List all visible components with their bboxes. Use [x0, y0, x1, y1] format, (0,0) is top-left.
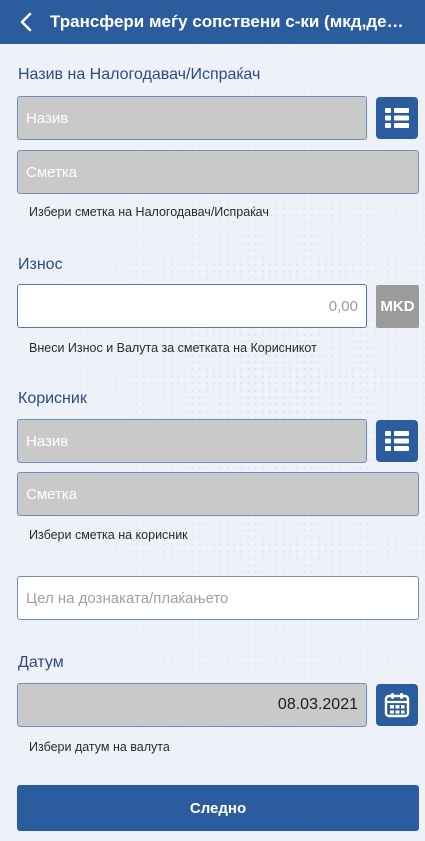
beneficiary-name-field[interactable]: Назив	[17, 419, 367, 463]
date-helper-text: Избери датум на валута	[29, 740, 170, 754]
back-button[interactable]	[8, 0, 44, 44]
purpose-placeholder: Цел на дознаката/плаќањето	[26, 589, 229, 607]
date-section-label: Датум	[18, 654, 64, 671]
payer-name-field[interactable]: Назив	[17, 96, 367, 140]
amount-value: 0,00	[328, 297, 358, 315]
date-picker-button[interactable]	[376, 684, 418, 726]
payer-name-placeholder: Назив	[26, 109, 69, 127]
app-header: Трансфери меѓу сопствени с-ки (мкд,деви.…	[0, 0, 425, 44]
payer-account-placeholder: Сметка	[26, 163, 78, 181]
payer-account-field[interactable]: Сметка	[17, 150, 419, 194]
purpose-input[interactable]: Цел на дознаката/плаќањето	[17, 576, 419, 620]
list-icon	[385, 431, 409, 451]
date-value: 08.03.2021	[277, 696, 358, 713]
beneficiary-helper-text: Избери сметка на корисник	[29, 528, 188, 542]
amount-input[interactable]: 0,00	[17, 284, 367, 328]
payer-section-label: Назив на Налогодавач/Испраќач	[18, 66, 261, 83]
payer-list-button[interactable]	[376, 97, 418, 139]
beneficiary-section-label: Корисник	[18, 390, 87, 407]
amount-section-label: Износ	[18, 256, 63, 273]
beneficiary-account-placeholder: Сметка	[26, 485, 78, 503]
date-field[interactable]: 08.03.2021	[17, 683, 367, 727]
next-button[interactable]: Следно	[17, 785, 419, 831]
page-title: Трансфери меѓу сопствени с-ки (мкд,деви.…	[50, 12, 410, 31]
payer-helper-text: Избери сметка на Налогодавач/Испраќач	[29, 205, 269, 219]
list-icon	[385, 108, 409, 128]
calendar-icon	[384, 693, 410, 718]
amount-helper-text: Внеси Износ и Валута за сметката на Кори…	[29, 341, 317, 355]
chevron-left-icon	[20, 12, 32, 32]
beneficiary-name-placeholder: Назив	[26, 432, 69, 450]
currency-selector[interactable]: MKD	[376, 285, 419, 328]
beneficiary-account-field[interactable]: Сметка	[17, 472, 419, 516]
beneficiary-list-button[interactable]	[376, 420, 418, 462]
